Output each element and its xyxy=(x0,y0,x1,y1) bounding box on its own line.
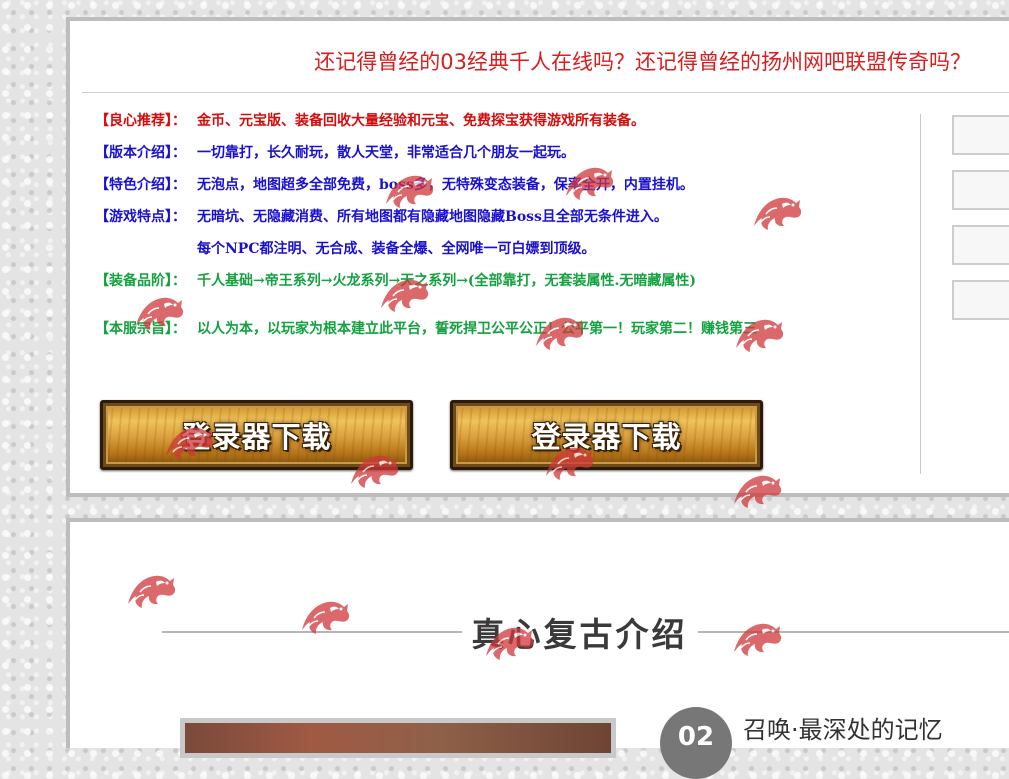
info-label: 【特色介绍】： xyxy=(95,177,186,193)
info-text: 无泡点，地图超多全部免费，boss多，无特殊变态装备，保率全开，内置挂机。 xyxy=(197,177,694,193)
info-row-game-traits: 【游戏特点】： 无暗坑、无隐藏消费、所有地图都有隐藏地图隐藏Boss且全部无条件进… xyxy=(95,207,668,227)
sidebar-divider xyxy=(920,114,921,474)
launcher-download-button-alt[interactable]: 登录器下载 xyxy=(450,400,763,470)
info-text: 千人基础→帝王系列→火龙系列→天之系列→(全部靠打，无套装属性.无暗藏属性) xyxy=(197,273,697,289)
launcher-download-button[interactable]: 登录器下载 xyxy=(100,400,413,470)
info-label: 【游戏特点】： xyxy=(95,209,186,225)
info-label: 【本服宗旨】： xyxy=(95,321,186,337)
info-row-features: 【特色介绍】： 无泡点，地图超多全部免费，boss多，无特殊变态装备，保率全开，内… xyxy=(95,175,694,195)
info-row-gear-tiers: 【装备品阶】： 千人基础→帝王系列→火龙系列→天之系列→(全部靠打，无套装属性.无… xyxy=(95,271,696,291)
info-text: 一切靠打，长久耐玩，散人天堂，非常适合几个朋友一起玩。 xyxy=(197,145,575,161)
section-title: 真心复古介绍 xyxy=(70,608,1009,656)
download-button-label: 登录器下载 xyxy=(531,420,682,454)
info-label: 【版本介绍】： xyxy=(95,145,186,161)
preview-image-content xyxy=(185,723,611,753)
retro-intro-panel: 真心复古介绍 02 召唤·最深处的记忆 xyxy=(66,518,1009,779)
info-row-game-traits-continued: 每个NPC都注明、无合成、装备全爆、全网唯一可白嫖到顶级。 xyxy=(95,239,595,259)
feature-title: 召唤·最深处的记忆 xyxy=(743,716,943,744)
sidebar-box[interactable] xyxy=(952,115,1009,155)
headline: 还记得曾经的03经典千人在线吗？还记得曾经的扬州网吧联盟传奇吗？ xyxy=(314,50,971,74)
info-row-version: 【版本介绍】： 一切靠打，长久耐玩，散人天堂，非常适合几个朋友一起玩。 xyxy=(95,143,575,163)
section-title-text: 真心复古介绍 xyxy=(461,608,698,656)
info-label: 【装备品阶】： xyxy=(95,273,186,289)
headline-divider xyxy=(82,92,1009,93)
info-row-recommend: 【良心推荐】： 金币、元宝版、装备回收大量经验和元宝、免费探宝获得游戏所有装备。 xyxy=(95,111,645,131)
info-text: 以人为本，以玩家为根本建立此平台，誓死捍卫公平公正！公平第一！玩家第二！赚钱第三 xyxy=(197,321,757,337)
sidebar-box[interactable] xyxy=(952,170,1009,210)
info-text: 无暗坑、无隐藏消费、所有地图都有隐藏地图隐藏Boss且全部无条件进入。 xyxy=(197,209,668,225)
info-text: 金币、元宝版、装备回收大量经验和元宝、免费探宝获得游戏所有装备。 xyxy=(197,113,645,129)
download-button-label: 登录器下载 xyxy=(181,420,332,454)
feature-number-badge: 02 xyxy=(660,707,732,779)
intro-panel: 还记得曾经的03经典千人在线吗？还记得曾经的扬州网吧联盟传奇吗？ 【良心推荐】：… xyxy=(66,17,1009,497)
info-row-server-motto: 【本服宗旨】： 以人为本，以玩家为根本建立此平台，誓死捍卫公平公正！公平第一！玩家… xyxy=(95,319,757,339)
sidebar-box[interactable] xyxy=(952,280,1009,320)
feature-preview-image[interactable] xyxy=(180,718,616,758)
info-label: 【良心推荐】： xyxy=(95,113,186,129)
sidebar-box[interactable] xyxy=(952,225,1009,265)
info-text: 每个NPC都注明、无合成、装备全爆、全网唯一可白嫖到顶级。 xyxy=(197,241,596,257)
